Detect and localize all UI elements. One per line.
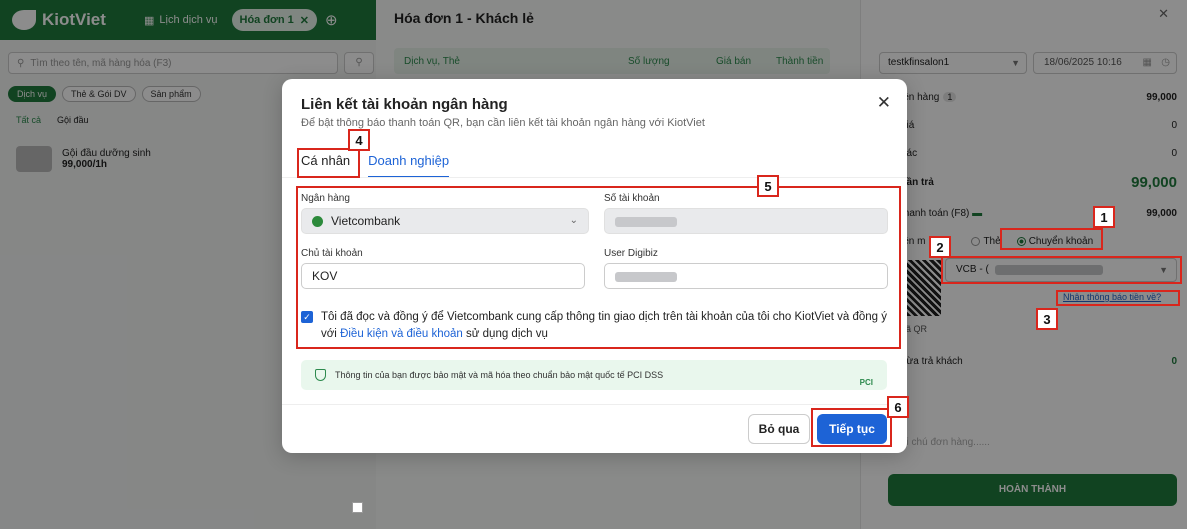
modal-subtitle: Để bật thông báo thanh toán QR, bạn cần … [301,117,705,129]
skip-button[interactable]: Bỏ qua [748,414,810,444]
modal-title: Liên kết tài khoản ngân hàng [301,96,508,113]
security-note: Thông tin của bạn được bảo mật và mã hóa… [301,360,887,390]
shield-icon [315,369,326,381]
annotation-box-5 [296,186,901,349]
row-checkbox[interactable] [352,502,363,513]
footer-divider [282,404,907,405]
pci-logo-icon: PCI [859,378,873,387]
app-root: KiotViet ▦ Lịch dịch vụ Hóa đơn 1 ✕ ⊕ ⚲ … [0,0,1187,529]
tab-business[interactable]: Doanh nghiệp [368,153,450,178]
annotation-number-4: 4 [348,129,370,151]
annotation-number-1: 1 [1093,206,1115,228]
annotation-box-4 [297,148,360,178]
annotation-number-6: 6 [887,396,909,418]
tabs-divider [282,177,907,178]
annotation-number-3: 3 [1036,308,1058,330]
annotation-box-3 [1056,290,1180,306]
annotation-box-1 [1000,228,1103,250]
annotation-box-2 [941,256,1182,284]
annotation-number-5: 5 [757,175,779,197]
close-icon[interactable]: ✕ [877,93,891,113]
annotation-box-6 [811,408,892,447]
security-text: Thông tin của bạn được bảo mật và mã hóa… [335,370,664,380]
annotation-number-2: 2 [929,236,951,258]
